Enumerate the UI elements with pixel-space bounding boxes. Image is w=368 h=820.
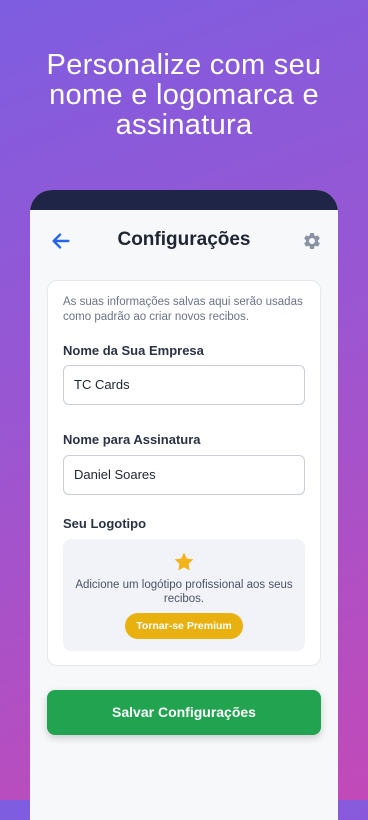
status-bar — [30, 190, 338, 210]
signature-name-label: Nome para Assinatura — [63, 432, 201, 447]
save-settings-button[interactable]: Salvar Configurações — [47, 690, 321, 735]
premium-button[interactable]: Tornar-se Premium — [125, 613, 243, 639]
headline-line-3: assinatura — [115, 109, 253, 141]
page-title: Configurações — [117, 229, 251, 250]
settings-description: As suas informações salvas aqui serão us… — [63, 296, 303, 323]
logo-upload-area: Adicione um logótipo profissional aos se… — [63, 539, 305, 651]
company-name-label: Nome da Sua Empresa — [63, 343, 204, 358]
logo-upload-text: Adicione um logótipo profissional aos se… — [75, 579, 293, 605]
company-name-input[interactable]: TC Cards — [63, 365, 305, 405]
settings-card: As suas informações salvas aqui serão us… — [47, 280, 321, 666]
settings-button[interactable] — [302, 231, 322, 251]
app-bar: Configurações — [30, 210, 338, 270]
headline-line-2: nome e logomarca e — [49, 79, 319, 111]
logo-label: Seu Logotipo — [63, 516, 147, 531]
headline-line-1: Personalize com seu — [46, 49, 322, 81]
star-icon — [174, 552, 194, 571]
gear-icon — [304, 232, 320, 249]
signature-name-input[interactable]: Daniel Soares — [63, 455, 305, 495]
phone-screen: Configurações As suas informações salvas… — [30, 190, 338, 820]
headline: Personalize com seu nome e logomarca e a… — [0, 50, 368, 140]
